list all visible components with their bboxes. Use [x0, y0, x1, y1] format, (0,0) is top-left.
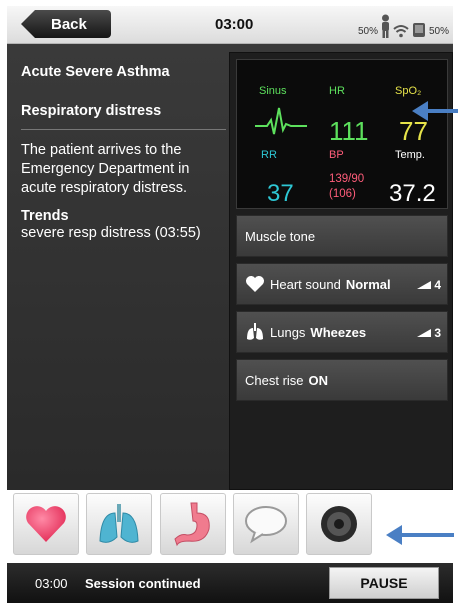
speaker-icon	[321, 506, 357, 542]
person-icon	[381, 14, 389, 38]
lungs-control[interactable]: Lungs Wheezes 3	[236, 311, 448, 353]
lungs-icon	[99, 504, 139, 543]
muscle-tone-control[interactable]: Muscle tone	[236, 215, 448, 257]
pause-button-label: PAUSE	[360, 575, 408, 591]
lungs-icon	[247, 323, 263, 340]
lungs-volume-value: 3	[434, 326, 441, 340]
case-title: Acute Severe Asthma	[21, 64, 170, 80]
chest-rise-value: ON	[308, 372, 329, 388]
muscle-tone-label: Muscle tone	[245, 228, 316, 244]
stomach-icon	[174, 502, 210, 547]
trends-title: Trends	[21, 208, 69, 224]
case-description: The patient arrives to the Emergency Dep…	[21, 142, 190, 196]
trends-text: severe resp distress (03:55)	[21, 225, 201, 241]
heart-icon	[246, 276, 264, 292]
bp-value: 139/90	[329, 173, 365, 185]
rhythm-label: Sinus	[259, 85, 287, 97]
battery-percent: 50%	[428, 26, 449, 37]
heart-button[interactable]	[13, 493, 79, 555]
main-area: Acute Severe Asthma Respiratory distress…	[7, 44, 453, 490]
speaker-button[interactable]	[306, 493, 372, 555]
heart-sound-label: Heart sound	[270, 276, 341, 292]
session-message: Session continued	[85, 576, 201, 591]
session-time: 03:00	[35, 576, 68, 591]
speech-button[interactable]	[233, 493, 299, 555]
hr-label: HR	[329, 85, 345, 97]
chest-rise-label: Chest rise	[245, 372, 304, 388]
bp-mean: (106)	[329, 188, 356, 200]
bp-label: BP	[329, 149, 344, 161]
clock: 03:00	[215, 16, 254, 33]
hr-value: 111	[329, 116, 369, 146]
temp-value: 37.2	[389, 180, 436, 207]
vitals-display[interactable]: Sinus HR 111 SpO₂ 77 RR 37 BP 139/90 (10…	[236, 59, 448, 209]
volume-icon	[417, 281, 432, 289]
pointer-arrow-icon	[412, 101, 458, 121]
temp-label: Temp.	[395, 149, 425, 161]
rr-label: RR	[261, 149, 277, 161]
status-icons: 50% 50%	[358, 9, 449, 41]
lungs-value: Wheezes	[310, 324, 367, 340]
back-button-label: Back	[51, 15, 87, 33]
heart-sound-control[interactable]: Heart sound Normal 4	[236, 263, 448, 305]
speech-bubble-icon	[245, 506, 287, 544]
top-bar: Back 03:00 50% 50%	[7, 6, 453, 44]
heart-icon	[26, 506, 66, 542]
rr-value: 37	[267, 180, 294, 207]
stomach-button[interactable]	[160, 493, 226, 555]
back-button[interactable]: Back	[21, 10, 111, 38]
session-bar: 03:00 Session continued PAUSE	[7, 563, 453, 603]
lungs-button[interactable]	[86, 493, 152, 555]
volume-icon	[417, 329, 432, 337]
pointer-arrow-icon	[386, 525, 454, 545]
pause-button[interactable]: PAUSE	[329, 567, 439, 599]
case-panel: Acute Severe Asthma Respiratory distress…	[21, 64, 226, 243]
lungs-volume[interactable]: 3	[417, 326, 441, 340]
tablet-icon	[412, 23, 425, 37]
wifi-icon	[393, 25, 409, 38]
heart-volume-value: 4	[434, 278, 441, 292]
signal-percent: 50%	[357, 26, 378, 37]
chest-rise-control[interactable]: Chest rise ON	[236, 359, 448, 401]
heart-sound-value: Normal	[345, 276, 391, 292]
heart-volume[interactable]: 4	[417, 278, 441, 292]
ecg-waveform-icon	[255, 107, 307, 135]
lungs-label: Lungs	[270, 324, 306, 340]
case-subtitle: Respiratory distress	[21, 103, 226, 130]
